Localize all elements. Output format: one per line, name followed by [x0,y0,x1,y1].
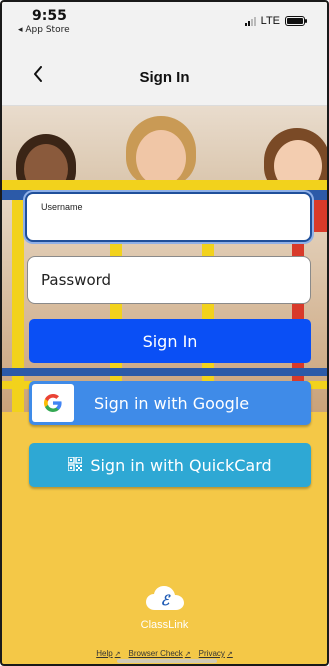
google-g-icon [32,384,74,422]
privacy-link[interactable]: Privacy ↗ [199,649,233,658]
browser-check-link[interactable]: Browser Check ↗ [129,649,191,658]
nav-bar: Sign In [2,42,327,106]
page-title: Sign In [139,69,190,86]
external-link-icon: ↗ [184,650,191,658]
sign-in-with-google-button[interactable]: Sign in with Google [29,381,311,425]
username-field[interactable]: Username [25,192,312,242]
external-link-icon: ↗ [226,650,233,658]
external-link-icon: ↗ [114,650,121,658]
classlink-cloud-icon: ℰ [145,584,185,616]
username-label: Username [41,202,83,212]
google-label: Sign in with Google [94,393,250,413]
sign-in-with-quickcard-button[interactable]: Sign in with QuickCard [29,443,311,487]
sign-in-label: Sign In [142,331,198,351]
quickcard-label: Sign in with QuickCard [90,455,272,475]
home-indicator [117,659,217,663]
back-to-app-store[interactable]: ◂ App Store [18,25,70,35]
classlink-brand: ClassLink [140,619,189,631]
sign-in-button[interactable]: Sign In [29,319,311,363]
footer-links: Help ↗ Browser Check ↗ Privacy ↗ [2,649,327,658]
status-bar: 9:55 ◂ App Store LTE [2,2,327,42]
phone-screen: 9:55 ◂ App Store LTE Sign In Username Pa… [0,0,329,666]
network-type: LTE [260,15,280,27]
battery-icon [285,16,307,26]
classlink-logo: ℰ ClassLink [2,584,327,631]
qr-code-icon [67,455,84,475]
signal-icon [244,16,256,26]
status-indicators: LTE [244,15,307,27]
status-time: 9:55 [32,8,67,24]
username-input[interactable] [39,216,298,234]
password-placeholder: Password [41,271,112,289]
help-link[interactable]: Help ↗ [96,649,120,658]
password-field[interactable]: Password [27,256,311,304]
